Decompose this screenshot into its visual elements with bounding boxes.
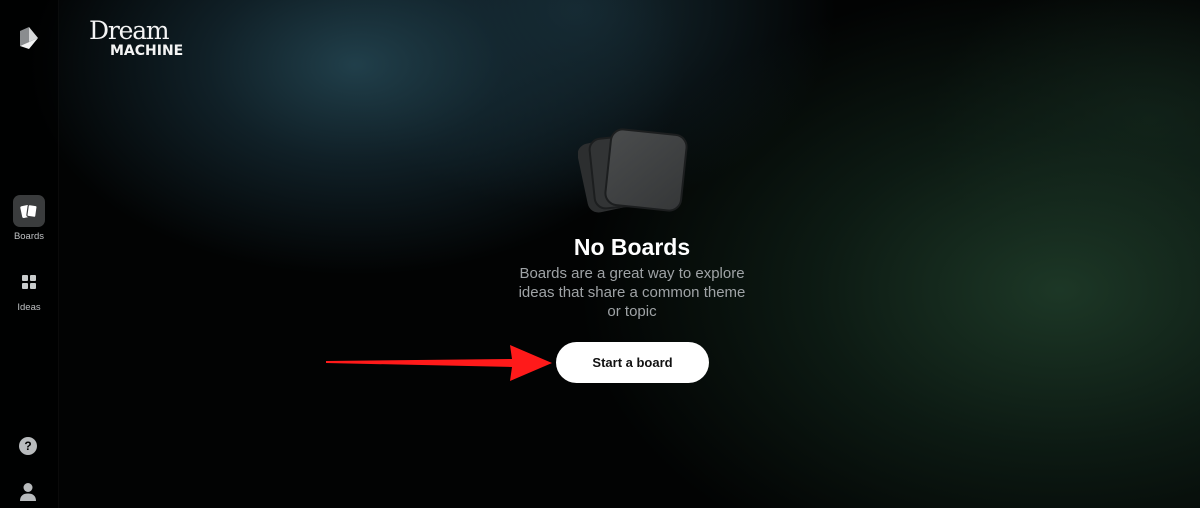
brand-logo[interactable]: Dream MACHINE — [89, 18, 183, 58]
stacked-cards-icon — [578, 128, 688, 213]
help-icon[interactable]: ? — [19, 437, 37, 455]
grid-icon-box — [13, 266, 45, 298]
empty-state-description: Boards are a great way to explore ideas … — [518, 265, 746, 320]
user-icon[interactable] — [19, 482, 37, 502]
start-board-button[interactable]: Start a board — [556, 342, 709, 383]
brand-line-dream: Dream — [89, 16, 170, 45]
red-arrow-icon — [326, 345, 552, 381]
sidebar-item-label: Ideas — [17, 302, 41, 313]
luma-logo-icon[interactable] — [17, 27, 39, 49]
grid-icon — [22, 275, 36, 289]
brand-line-machine: MACHINE — [110, 43, 184, 59]
sidebar-item-boards[interactable]: Boards — [0, 195, 58, 242]
empty-state-title: No Boards — [573, 234, 691, 260]
sidebar-item-label: Boards — [13, 231, 45, 242]
sidebar-item-ideas[interactable]: Ideas — [0, 266, 58, 313]
app-window: Boards Ideas ? Dream MACHINE No Boards B… — [0, 0, 1200, 508]
boards-icon-box — [13, 195, 45, 227]
boards-icon — [20, 204, 38, 219]
sidebar: Boards Ideas ? — [0, 0, 59, 508]
